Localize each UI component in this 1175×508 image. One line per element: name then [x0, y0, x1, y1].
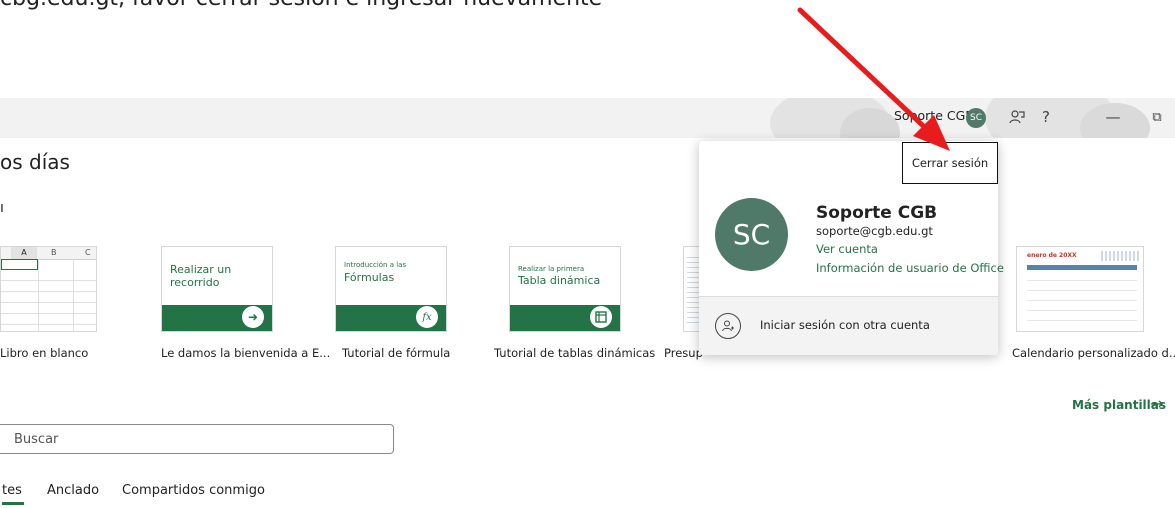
template-caption[interactable]: Tutorial de tablas dinámicas: [494, 346, 655, 360]
office-user-info-link[interactable]: Información de usuario de Office: [816, 261, 1004, 275]
title-bar: [0, 98, 1175, 138]
add-user-icon: [715, 313, 741, 339]
column-b-label: B: [51, 248, 57, 257]
selected-cell: [1, 259, 38, 270]
pivot-table-icon: [590, 306, 612, 328]
search-input[interactable]: Buscar: [0, 424, 394, 454]
card-subtitle: Realizar la primera: [518, 265, 585, 273]
tab-shared[interactable]: Compartidos conmigo: [122, 483, 265, 498]
column-c-label: C: [85, 248, 91, 257]
card-subtitle: Introducción a las: [344, 261, 407, 269]
template-caption[interactable]: Presup: [664, 346, 703, 360]
template-welcome-tour[interactable]: Realizar un recorrido ➜: [161, 246, 273, 332]
template-calendar[interactable]: enero de 20XX: [1016, 246, 1144, 332]
template-pivot-tutorial[interactable]: Realizar la primera Tabla dinámica: [509, 246, 621, 332]
feedback-icon[interactable]: [1004, 104, 1030, 130]
template-caption[interactable]: Calendario personalizado d...: [1012, 346, 1175, 360]
arrow-right-icon: ➜: [242, 306, 264, 328]
profile-name: Soporte CGB: [816, 203, 938, 223]
view-account-link[interactable]: Ver cuenta: [816, 242, 878, 256]
account-avatar[interactable]: SC: [966, 108, 986, 128]
calendar-grid: [1027, 271, 1137, 323]
new-section-label: ı: [0, 200, 4, 216]
card-title: Fórmulas: [344, 271, 395, 284]
tab-pinned[interactable]: Anclado: [47, 483, 99, 498]
column-a-label: A: [11, 247, 37, 259]
switch-account-row[interactable]: Iniciar sesión con otra cuenta: [699, 296, 998, 355]
help-icon[interactable]: ?: [1033, 104, 1059, 130]
active-tab-indicator: [2, 502, 24, 505]
template-caption[interactable]: Libro en blanco: [0, 346, 88, 360]
function-icon: fx: [416, 306, 438, 328]
template-formula-tutorial[interactable]: Introducción a las Fórmulas fx: [335, 246, 447, 332]
template-caption[interactable]: Le damos la bienvenida a E...: [161, 346, 330, 360]
restore-icon[interactable]: ⧉: [1144, 104, 1170, 130]
template-blank-workbook[interactable]: A B C: [0, 246, 97, 332]
grid-line: [73, 259, 74, 331]
greeting-heading: os días: [0, 150, 70, 174]
minimize-icon[interactable]: —: [1100, 104, 1126, 130]
profile-email: soporte@cgb.edu.gt: [816, 224, 933, 238]
tab-recent[interactable]: tes: [2, 483, 22, 498]
search-placeholder: Buscar: [14, 432, 59, 447]
grid-line: [38, 259, 39, 331]
mini-months: [1101, 251, 1139, 261]
account-panel: Cerrar sesión SC Soporte CGB soporte@cgb…: [699, 141, 1004, 355]
switch-account-label: Iniciar sesión con otra cuenta: [760, 318, 930, 332]
arrow-right-icon[interactable]: →: [1150, 394, 1163, 413]
calendar-header: [1027, 265, 1137, 270]
card-title: Tabla dinámica: [518, 274, 601, 287]
template-caption[interactable]: Tutorial de fórmula: [342, 346, 450, 360]
account-name[interactable]: Soporte CGB: [894, 108, 974, 123]
instruction-text: cbg.edu.gt, favor cerrar sesión e ingres…: [0, 0, 602, 11]
card-title: Realizar un recorrido: [170, 263, 232, 289]
grid-rows: [1, 270, 96, 331]
sign-out-button[interactable]: Cerrar sesión: [902, 142, 998, 184]
profile-avatar: SC: [715, 198, 788, 271]
calendar-title: enero de 20XX: [1027, 252, 1077, 259]
